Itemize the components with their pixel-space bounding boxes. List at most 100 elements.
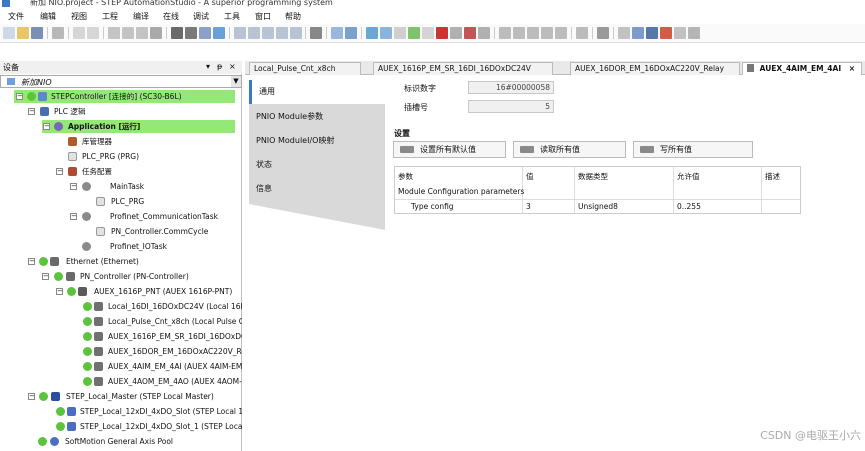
tree-node-application[interactable]: − Application [运行] [42,120,235,133]
logout-icon[interactable] [380,27,392,39]
tree-node-module-16di-16do[interactable]: Local_16DI_16DOxDC24V (Local 16DI/16 [80,300,242,313]
collapse-icon[interactable]: − [56,168,63,175]
menu-edit[interactable]: 编辑 [40,11,56,22]
print-icon[interactable] [52,27,64,39]
find-replace-icon[interactable] [185,27,197,39]
exit-icon[interactable] [688,27,700,39]
menu-window[interactable]: 窗口 [255,11,271,22]
new-file-icon[interactable] [3,27,15,39]
nav-information[interactable]: 信息 [249,177,385,201]
step-out-icon[interactable] [541,27,553,39]
select-all-icon[interactable] [213,27,225,39]
tree-node-module-auex-1616p-em[interactable]: AUEX_1616P_EM_SR_16DI_16DOxDC24 [80,330,242,343]
tree-node-plc-logic[interactable]: − PLC 逻辑 [28,105,238,118]
view-layout-icon[interactable] [248,27,260,39]
monitor-icon[interactable] [394,27,406,39]
reset-icon[interactable] [450,27,462,39]
view-layout-icon[interactable] [234,27,246,39]
collapse-icon[interactable]: − [56,288,63,295]
delete-icon[interactable] [150,27,162,39]
menu-help[interactable]: 帮助 [285,11,301,22]
menu-file[interactable]: 文件 [8,11,24,22]
unforce-icon[interactable] [632,27,644,39]
set-all-defaults-button[interactable]: 设置所有默认值 [393,141,506,158]
collapse-icon[interactable]: − [28,393,35,400]
paste-icon[interactable] [136,27,148,39]
menu-project[interactable]: 工程 [102,11,118,22]
tab-local-pulse-cnt[interactable]: Local_Pulse_Cnt_x8ch [249,62,361,75]
collapse-icon[interactable]: − [43,123,50,130]
breakpoint-icon[interactable] [499,27,511,39]
tree-node-ethernet[interactable]: − Ethernet (Ethernet) [28,255,238,268]
stop-icon[interactable] [436,27,448,39]
tree-node-step-local-master[interactable]: − STEP_Local_Master (STEP Local Master) [28,390,238,403]
write-all-values-button[interactable]: 写所有值 [633,141,753,158]
view-layout-icon[interactable] [262,27,274,39]
collapse-icon[interactable]: − [28,258,35,265]
view-layout-icon[interactable] [290,27,302,39]
collapse-icon[interactable]: − [16,93,23,100]
copy-icon[interactable] [122,27,134,39]
tree-node-library-manager[interactable]: 库管理器 [56,135,236,148]
tree-node-maintask[interactable]: − MainTask [70,180,236,193]
tree-node-module-pulse-cnt[interactable]: Local_Pulse_Cnt_x8ch (Local Pulse Cnt x [80,315,242,328]
step-over-icon[interactable] [513,27,525,39]
force-values-icon[interactable] [597,27,609,39]
next-statement-icon[interactable] [576,27,588,39]
menu-tools[interactable]: 工具 [224,11,240,22]
tree-node-plc-prg[interactable]: PLC_PRG (PRG) [56,150,236,163]
read-all-values-button[interactable]: 读取所有值 [513,141,626,158]
tree-node-module-4aim[interactable]: AUEX_4AIM_EM_4AI (AUEX 4AIM-EM 4/ [80,360,242,373]
tree-node-module-16dor[interactable]: AUEX_16DOR_EM_16DOxAC220V_Rela [80,345,242,358]
pause-icon[interactable] [422,27,434,39]
collapse-icon[interactable]: − [70,213,77,220]
pane-menu-icon[interactable]: ▾ [206,62,210,71]
open-folder-icon[interactable] [17,27,29,39]
collapse-icon[interactable]: − [28,108,35,115]
tree-node-stepcontroller[interactable]: − STEPController [连接的] (SC30-B6L) [14,90,235,103]
collapse-icon[interactable]: − [42,273,49,280]
tab-auex-1616p-em[interactable]: AUEX_1616P_EM_SR_16DI_16DOxDC24V [373,62,553,75]
close-pane-icon[interactable]: × [229,62,236,71]
find-icon[interactable] [171,27,183,39]
start-icon[interactable] [408,27,420,39]
undo-icon[interactable] [73,27,85,39]
build-icon[interactable] [331,27,343,39]
tree-node-softmotion-axis-pool[interactable]: SoftMotion General Axis Pool [38,435,242,448]
cut-icon[interactable] [108,27,120,39]
tree-node-plc-prg-call[interactable]: PLC_PRG [84,195,236,208]
tab-auex-16dor-em[interactable]: AUEX_16DOR_EM_16DOxAC220V_Relay [570,62,740,75]
save-icon[interactable] [31,27,43,39]
tree-node-step-local-slot-1[interactable]: STEP_Local_12xDI_4xDO_Slot_1 (STEP Local… [56,420,242,433]
tree-node-auex-1616p-pnt[interactable]: − AUEX_1616P_PNT (AUEX 1616P-PNT) [56,285,238,298]
tree-node-step-local-slot[interactable]: STEP_Local_12xDI_4xDO_Slot (STEP Local 1… [56,405,242,418]
library-icon[interactable] [310,27,322,39]
tree-node-module-4aom[interactable]: AUEX_4AOM_EM_4AO (AUEX 4AOM-EM [80,375,242,388]
tree-node-profinet-comm-task[interactable]: − Profinet_CommunicationTask [70,210,236,223]
collapse-icon[interactable]: − [70,183,77,190]
tree-node-pn-controller[interactable]: − PN_Controller (PN-Controller) [42,270,238,283]
online-change-icon[interactable] [646,27,658,39]
menu-online[interactable]: 在线 [163,11,179,22]
tab-auex-4aim-em[interactable]: AUEX_4AIM_EM_4AI × [742,62,862,75]
menu-view[interactable]: 视图 [71,11,87,22]
menu-build[interactable]: 编译 [133,11,149,22]
nav-status[interactable]: 状态 [249,153,385,177]
bookmark-icon[interactable] [199,27,211,39]
device-root-selector[interactable]: 新加NIO ▼ [0,75,242,88]
write-values-icon[interactable] [618,27,630,39]
warning-icon[interactable] [660,27,672,39]
nav-pnio-module-params[interactable]: PNIO Module参数 [249,105,385,129]
run-to-cursor-icon[interactable] [555,27,567,39]
tree-node-profinet-iotask[interactable]: Profinet_IOTask [70,240,236,253]
reset-origin-icon[interactable] [478,27,490,39]
menu-debug[interactable]: 调试 [193,11,209,22]
redo-icon[interactable] [87,27,99,39]
tree-node-pn-commcycle[interactable]: PN_Controller.CommCycle [84,225,236,238]
reset-cold-icon[interactable] [464,27,476,39]
login-icon[interactable] [366,27,378,39]
download-icon[interactable] [674,27,686,39]
tree-node-task-config[interactable]: − 任务配置 [56,165,236,178]
step-into-icon[interactable] [527,27,539,39]
close-tab-icon[interactable]: × [849,64,855,73]
